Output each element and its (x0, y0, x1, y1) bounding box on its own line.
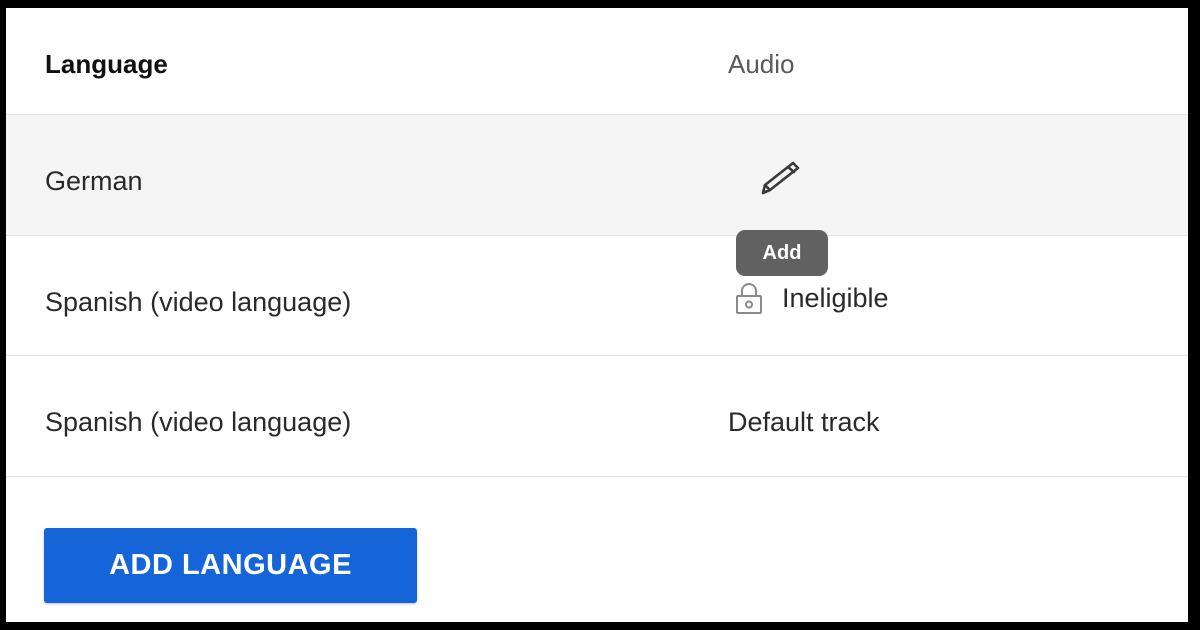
language-cell: Spanish (video language) (45, 407, 352, 437)
edit-audio-button[interactable] (750, 157, 810, 207)
audio-column-header: Audio (728, 49, 795, 79)
lock-icon (736, 283, 762, 314)
add-language-button[interactable]: ADD LANGUAGE (44, 528, 417, 603)
language-column-header: Language (45, 49, 168, 79)
ineligible-label: Ineligible (782, 283, 889, 313)
table-row: German (6, 115, 1188, 236)
add-tooltip: Add (736, 230, 828, 276)
language-cell: German (45, 166, 143, 196)
table-row: Spanish (video language) Ineligible (6, 236, 1188, 356)
languages-panel: Language Audio German Spanish (video lan… (6, 8, 1188, 622)
default-track-label: Default track (728, 407, 880, 437)
table-row: Spanish (video language) Default track (6, 356, 1188, 477)
language-cell: Spanish (video language) (45, 287, 352, 317)
pencil-icon (761, 161, 800, 195)
table-header: Language Audio (6, 8, 1188, 115)
